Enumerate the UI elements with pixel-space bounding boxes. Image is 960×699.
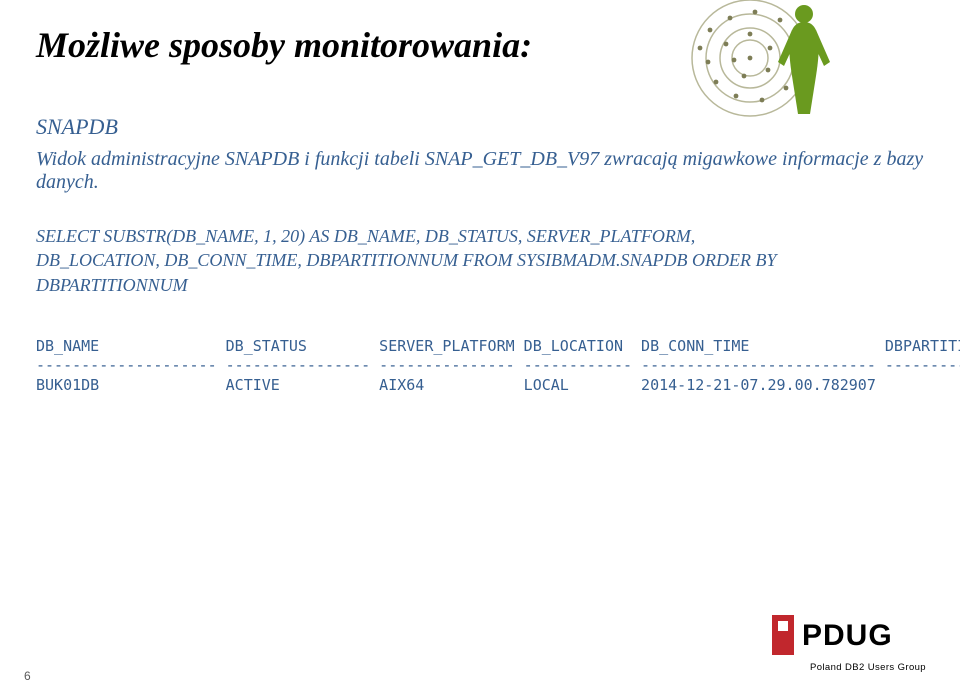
crowd-logo-icon [660,0,840,136]
pdug-text: PDUG [802,619,893,652]
page-number: 6 [24,669,31,683]
slide: Możliwe sposoby monitorowania: [0,0,960,699]
pdug-logo: PDUG Poland DB2 Users Group [772,615,926,673]
query-result: DB_NAME DB_STATUS SERVER_PLATFORM DB_LOC… [36,337,924,396]
snapdb-description: Widok administracyjne SNAPDB i funkcji t… [36,148,924,194]
sql-query: SELECT SUBSTR(DB_NAME, 1, 20) AS DB_NAME… [36,224,924,297]
pdug-logo-icon: PDUG [772,615,926,660]
pdug-subtitle: Poland DB2 Users Group [772,662,926,673]
